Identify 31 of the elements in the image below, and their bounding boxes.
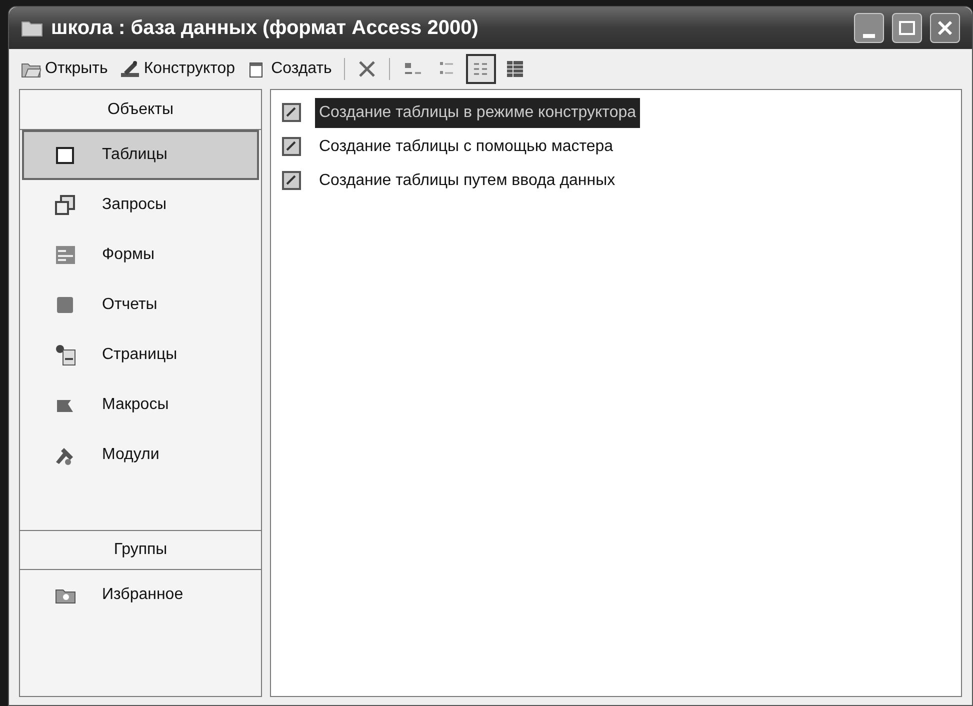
view-button[interactable] xyxy=(466,54,496,84)
sidebar-item[interactable]: Макросы xyxy=(22,380,259,430)
report-icon xyxy=(54,294,76,316)
new-button[interactable]: Создать xyxy=(243,54,336,84)
folder-icon xyxy=(21,19,43,37)
maximize-button[interactable] xyxy=(892,13,922,43)
form-icon xyxy=(54,244,76,266)
section-header[interactable]: Группы xyxy=(20,530,261,570)
sidebar-item[interactable]: Таблицы xyxy=(22,130,259,180)
list-item[interactable]: Создание таблицы путем ввода данных xyxy=(315,166,620,196)
sidebar-item[interactable]: Отчеты xyxy=(22,280,259,330)
details-view-icon xyxy=(504,59,525,79)
sidebar-item[interactable]: Страницы xyxy=(22,330,259,380)
close-icon xyxy=(356,59,377,79)
open-button[interactable]: Открыть xyxy=(17,54,112,84)
minimize-icon xyxy=(863,34,875,38)
list-item[interactable]: Создание таблицы с помощью мастера xyxy=(315,132,618,162)
stacked-pages-icon xyxy=(54,194,76,216)
window-title: школа : база данных (формат Access 2000) xyxy=(51,16,478,41)
sidebar-item[interactable]: Формы xyxy=(22,230,259,280)
minimize-button[interactable] xyxy=(854,13,884,43)
close-icon xyxy=(937,20,953,36)
design-button[interactable]: Конструктор xyxy=(116,54,240,84)
maximize-icon xyxy=(899,21,915,35)
sidebar-item[interactable]: Модули xyxy=(22,430,259,480)
ruler-pencil-icon xyxy=(120,59,140,79)
close-button[interactable] xyxy=(930,13,960,43)
list-item[interactable]: Создание таблицы в режиме конструктора xyxy=(315,98,640,128)
web-page-icon xyxy=(54,344,76,366)
sidebar-item[interactable]: Избранное xyxy=(22,570,259,620)
sidebar-item[interactable]: Запросы xyxy=(22,180,259,230)
